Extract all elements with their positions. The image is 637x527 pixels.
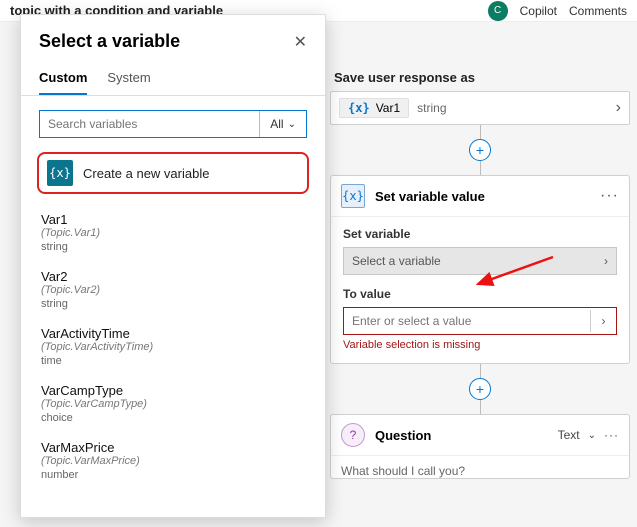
chevron-down-icon[interactable]: ⌄ <box>588 430 596 441</box>
select-variable-placeholder: Select a variable <box>352 254 441 268</box>
close-icon[interactable]: ✕ <box>294 32 307 52</box>
variable-item[interactable]: VarMaxPrice(Topic.VarMaxPrice) number <box>29 432 317 489</box>
to-value-picker-button[interactable]: › <box>590 310 616 332</box>
save-response-selector[interactable]: {x} Var1 string › <box>330 91 630 125</box>
variable-type: string <box>41 298 305 310</box>
create-variable-button[interactable]: {x} Create a new variable <box>37 152 309 194</box>
variable-path: (Topic.Var1) <box>41 227 305 239</box>
variable-type: string <box>417 101 446 115</box>
variable-type: string <box>41 241 305 253</box>
variable-name: Var1 <box>41 212 305 227</box>
variable-list: Var1(Topic.Var1) string Var2(Topic.Var2) st… <box>21 204 325 517</box>
variable-path: (Topic.VarCampType) <box>41 398 305 410</box>
variable-type: time <box>41 355 305 367</box>
variable-icon: {x} <box>341 184 365 208</box>
chevron-right-icon: › <box>604 254 608 268</box>
variable-type: choice <box>41 412 305 424</box>
variable-item[interactable]: Var1(Topic.Var1) string <box>29 204 317 261</box>
variable-icon: {x} <box>47 160 73 186</box>
variable-item[interactable]: VarCampType(Topic.VarCampType) choice <box>29 375 317 432</box>
tab-custom[interactable]: Custom <box>39 62 87 95</box>
question-node: ? Question Text ⌄ ··· What should I call… <box>330 414 630 479</box>
error-text: Variable selection is missing <box>343 339 617 351</box>
variable-item[interactable]: Var2(Topic.Var2) string <box>29 261 317 318</box>
comments-link[interactable]: Comments <box>569 4 627 18</box>
variable-type: number <box>41 469 305 481</box>
select-variable-popover: Select a variable ✕ Custom System All ⌄ … <box>20 14 326 518</box>
to-value-label: To value <box>343 287 617 301</box>
create-variable-label: Create a new variable <box>83 166 209 181</box>
set-variable-node: {x} Set variable value ··· Set variable … <box>330 175 630 364</box>
save-response-label: Save user response as <box>334 70 630 85</box>
chevron-right-icon: › <box>616 99 621 117</box>
avatar[interactable]: C <box>488 1 508 21</box>
filter-label: All <box>270 117 283 131</box>
variable-item[interactable]: VarActivityTime(Topic.VarActivityTime) ti… <box>29 318 317 375</box>
more-icon[interactable]: ··· <box>604 428 619 442</box>
save-response-section: Save user response as {x} Var1 string › <box>330 70 630 125</box>
variable-path: (Topic.VarMaxPrice) <box>41 455 305 467</box>
more-icon[interactable]: ··· <box>600 187 619 205</box>
add-node-button[interactable]: + <box>469 378 491 400</box>
tab-system[interactable]: System <box>107 62 150 95</box>
variable-name: VarActivityTime <box>41 326 305 341</box>
popover-title: Select a variable <box>39 31 180 52</box>
variable-icon: {x} <box>348 101 370 115</box>
filter-all-button[interactable]: All ⌄ <box>259 111 306 137</box>
variable-name: Var2 <box>41 269 305 284</box>
variable-path: (Topic.VarActivityTime) <box>41 341 305 353</box>
variable-name: Var1 <box>376 101 400 115</box>
to-value-input[interactable] <box>344 308 590 334</box>
question-icon: ? <box>341 423 365 447</box>
question-prompt: What should I call you? <box>331 456 629 478</box>
node-title: Question <box>375 428 431 443</box>
variable-path: (Topic.Var2) <box>41 284 305 296</box>
select-variable-button[interactable]: Select a variable › <box>343 247 617 275</box>
node-title: Set variable value <box>375 189 485 204</box>
variable-name: VarCampType <box>41 383 305 398</box>
search-input[interactable] <box>40 111 259 137</box>
copilot-link[interactable]: Copilot <box>520 4 557 18</box>
variable-name: VarMaxPrice <box>41 440 305 455</box>
set-variable-label: Set variable <box>343 227 617 241</box>
question-type-label[interactable]: Text <box>558 428 580 442</box>
chevron-down-icon: ⌄ <box>288 119 296 130</box>
add-node-button[interactable]: + <box>469 139 491 161</box>
